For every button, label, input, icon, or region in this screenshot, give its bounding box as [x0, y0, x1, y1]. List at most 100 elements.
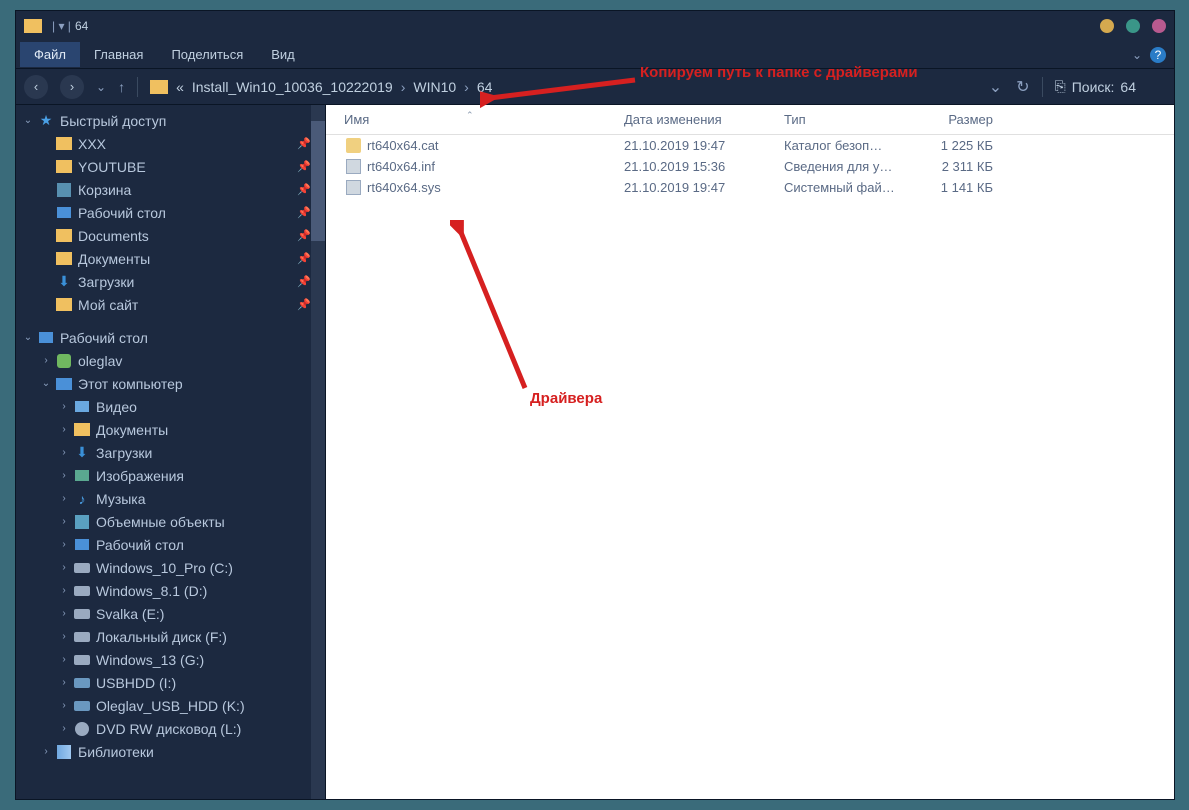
nav-libraries[interactable]: ›Библиотеки — [16, 740, 325, 763]
nav-drive[interactable]: › Windows_13 (G:) — [16, 648, 325, 671]
sidebar-scrollbar-thumb[interactable] — [311, 121, 325, 241]
expand-icon[interactable]: › — [56, 654, 72, 665]
expand-icon[interactable]: › — [56, 677, 72, 688]
nav-drive[interactable]: › DVD RW дисковод (L:) — [16, 717, 325, 740]
expand-icon[interactable]: › — [38, 746, 54, 757]
expand-icon[interactable]: › — [56, 700, 72, 711]
ribbon-tab-file[interactable]: Файл — [20, 42, 80, 67]
tree-label: DVD RW дисковод (L:) — [96, 721, 241, 737]
expand-icon[interactable]: › — [56, 516, 72, 527]
nav-quick-access[interactable]: ⌄★Быстрый доступ — [16, 109, 325, 132]
nav-pc-folder[interactable]: ›♪Музыка — [16, 487, 325, 510]
ribbon-tab-home[interactable]: Главная — [80, 42, 157, 67]
expand-icon[interactable]: › — [56, 562, 72, 573]
tree-label: Документы — [96, 422, 168, 438]
pin-icon: 📌 — [297, 206, 311, 219]
nav-drive[interactable]: › USBHDD (I:) — [16, 671, 325, 694]
nav-pc-folder[interactable]: › Объемные объекты — [16, 510, 325, 533]
ribbon: Файл Главная Поделиться Вид ⌄ ? — [16, 41, 1174, 69]
expand-icon[interactable]: › — [56, 470, 72, 481]
nav-drive[interactable]: ›Локальный диск (F:) — [16, 625, 325, 648]
expand-icon[interactable]: › — [56, 631, 72, 642]
nav-quick-item[interactable]: Документы📌 — [16, 247, 325, 270]
nav-quick-item[interactable]: ⬇Загрузки📌 — [16, 270, 325, 293]
pin-icon: 📌 — [297, 275, 311, 288]
expand-icon[interactable]: › — [56, 447, 72, 458]
nav-quick-item[interactable]: Рабочий стол📌 — [16, 201, 325, 224]
column-type[interactable]: Тип — [776, 112, 906, 127]
nav-pc-folder[interactable]: ›⬇Загрузки — [16, 441, 325, 464]
nav-quick-item[interactable]: YOUTUBE📌 — [16, 155, 325, 178]
nav-this-pc[interactable]: ⌄Этот компьютер — [16, 372, 325, 395]
expand-icon[interactable]: ⌄ — [38, 378, 54, 389]
expand-icon[interactable]: › — [56, 723, 72, 734]
nav-quick-item[interactable]: Корзина📌 — [16, 178, 325, 201]
breadcrumb[interactable]: « Install_Win10_10036_10222019 › WIN10 ›… — [150, 79, 977, 95]
nav-pc-folder[interactable]: › Документы — [16, 418, 325, 441]
ribbon-expand-icon[interactable]: ⌄ — [1132, 48, 1142, 62]
breadcrumb-segment[interactable]: 64 — [477, 79, 493, 95]
nav-pc-folder[interactable]: › Изображения — [16, 464, 325, 487]
file-row[interactable]: rt640x64.inf21.10.2019 15:36Сведения для… — [326, 156, 1174, 177]
expand-icon[interactable]: › — [56, 608, 72, 619]
forward-button[interactable]: › — [60, 75, 84, 99]
search-icon: ⎘ — [1055, 78, 1066, 95]
nav-drive[interactable]: ›Windows_10_Pro (C:) — [16, 556, 325, 579]
expand-icon[interactable]: ⌄ — [20, 332, 36, 343]
history-dropdown-icon[interactable]: ⌄ — [96, 80, 106, 94]
nav-pc-folder[interactable]: ›Рабочий стол — [16, 533, 325, 556]
tree-label: USBHDD (I:) — [96, 675, 176, 691]
column-size[interactable]: Размер — [906, 112, 1001, 127]
nav-drive[interactable]: › Oleglav_USB_HDD (K:) — [16, 694, 325, 717]
ribbon-tab-share[interactable]: Поделиться — [157, 42, 257, 67]
expand-icon[interactable]: ⌄ — [20, 115, 36, 126]
tree-label: Windows_13 (G:) — [96, 652, 204, 668]
expand-icon[interactable]: › — [56, 424, 72, 435]
tree-label: Быстрый доступ — [60, 113, 166, 129]
sidebar: ⌄★Быстрый доступXXX📌YOUTUBE📌Корзина📌Рабо… — [16, 105, 326, 799]
refresh-icon[interactable]: ↻ — [1016, 77, 1029, 97]
file-date: 21.10.2019 15:36 — [616, 159, 776, 174]
tree-label: Объемные объекты — [96, 514, 225, 530]
up-button[interactable]: ↑ — [118, 79, 125, 95]
search-box[interactable]: ⎘ Поиск: 64 — [1055, 78, 1166, 95]
ribbon-tab-view[interactable]: Вид — [257, 42, 309, 67]
file-list: Имя⌃ Дата изменения Тип Размер rt640x64.… — [326, 105, 1174, 799]
expand-icon[interactable]: › — [56, 539, 72, 550]
desktop-icon — [39, 332, 53, 343]
nav-drive[interactable]: ›Svalka (E:) — [16, 602, 325, 625]
nav-user[interactable]: ›oleglav — [16, 349, 325, 372]
breadcrumb-segment[interactable]: Install_Win10_10036_10222019 — [192, 79, 393, 95]
breadcrumb-segment[interactable]: WIN10 — [413, 79, 456, 95]
titlebar[interactable]: | ▾ | 64 — [16, 11, 1174, 41]
column-date[interactable]: Дата изменения — [616, 112, 776, 127]
expand-icon[interactable]: › — [56, 585, 72, 596]
help-button[interactable]: ? — [1150, 47, 1166, 63]
tree-label: Oleglav_USB_HDD (K:) — [96, 698, 245, 714]
nav-quick-item[interactable]: XXX📌 — [16, 132, 325, 155]
expand-icon[interactable]: › — [56, 401, 72, 412]
file-row[interactable]: rt640x64.sys21.10.2019 19:47Системный фа… — [326, 177, 1174, 198]
nav-quick-item[interactable]: Documents📌 — [16, 224, 325, 247]
expand-icon[interactable]: › — [38, 355, 54, 366]
address-dropdown-icon[interactable]: ⌄ — [989, 77, 1002, 97]
maximize-button[interactable] — [1126, 19, 1140, 33]
search-label: Поиск: — [1072, 79, 1115, 95]
nav-pc-folder[interactable]: ›Видео — [16, 395, 325, 418]
nav-quick-item[interactable]: Мой сайт📌 — [16, 293, 325, 316]
file-row[interactable]: rt640x64.cat21.10.2019 19:47Каталог безо… — [326, 135, 1174, 156]
window-title: 64 — [75, 19, 88, 33]
nav-desktop[interactable]: ⌄Рабочий стол — [16, 326, 325, 349]
breadcrumb-segment[interactable]: « — [176, 79, 184, 95]
tree-label: Documents — [78, 228, 149, 244]
tree-label: Изображения — [96, 468, 184, 484]
nav-drive[interactable]: › Windows_8.1 (D:) — [16, 579, 325, 602]
column-name[interactable]: Имя⌃ — [326, 112, 616, 127]
tree-label: Документы — [78, 251, 150, 267]
expand-icon[interactable]: › — [56, 493, 72, 504]
back-button[interactable]: ‹ — [24, 75, 48, 99]
library-icon — [57, 745, 71, 759]
tree-label: Windows_8.1 (D:) — [96, 583, 207, 599]
minimize-button[interactable] — [1100, 19, 1114, 33]
close-button[interactable] — [1152, 19, 1166, 33]
